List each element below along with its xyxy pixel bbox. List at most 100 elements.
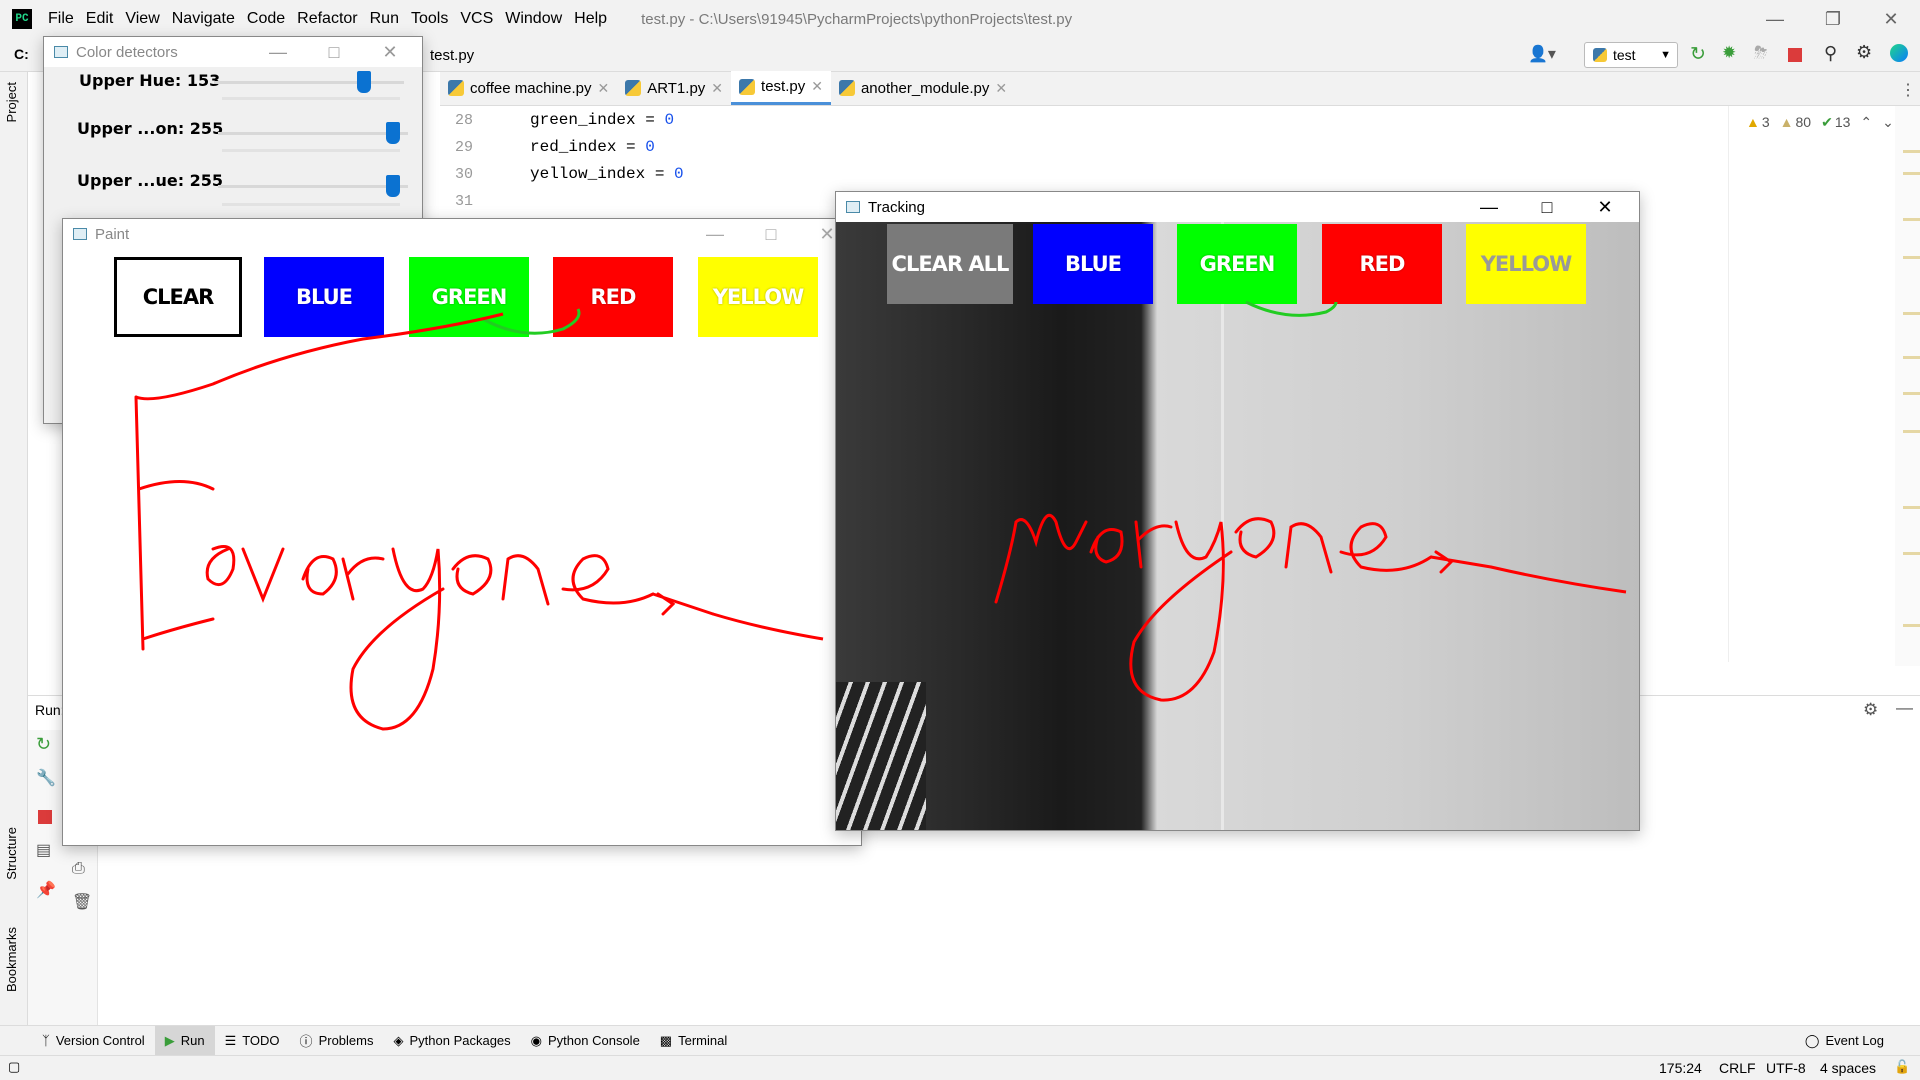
stripe-mark[interactable] — [1903, 552, 1920, 555]
event-log-button[interactable]: ◯ Event Log — [1795, 1026, 1894, 1056]
chevron-up-icon[interactable]: ⌃ — [1860, 114, 1872, 131]
minimize-button[interactable]: — — [687, 219, 743, 249]
slider-thumb[interactable] — [357, 71, 371, 93]
tab-version-control[interactable]: ᛉ Version Control — [32, 1026, 155, 1056]
layout-icon[interactable]: ▤ — [36, 840, 51, 860]
inspection-widget[interactable]: ▲ 3 ▲ 80 ✔ 13 ⌃ ⌄ — [1746, 114, 1894, 131]
identifier: red_index — [530, 138, 617, 156]
menu-vcs[interactable]: VCS — [454, 0, 499, 38]
ide-minimize-button[interactable]: — — [1746, 0, 1804, 38]
ide-restore-button[interactable]: ❐ — [1804, 0, 1862, 38]
minimize-button[interactable]: — — [250, 37, 306, 67]
stripe-mark[interactable] — [1903, 150, 1920, 153]
settings-gear-icon[interactable]: ⚙ — [1863, 700, 1878, 720]
close-tab-icon[interactable]: ✕ — [597, 80, 609, 97]
stripe-mark[interactable] — [1903, 256, 1920, 259]
slider-track[interactable] — [218, 132, 408, 135]
code-line[interactable]: yellow_index = 0 — [530, 165, 684, 183]
menu-help[interactable]: Help — [568, 0, 613, 38]
code-line[interactable]: green_index = 0 — [530, 111, 674, 129]
close-tab-icon[interactable]: ✕ — [711, 80, 723, 97]
line-separator[interactable]: CRLF — [1719, 1060, 1756, 1076]
tab-problems[interactable]: ⓘ Problems — [290, 1026, 384, 1056]
wrench-icon[interactable]: 🔧 — [36, 768, 56, 788]
tab-run[interactable]: ▶ Run — [154, 1025, 215, 1056]
more-tabs-icon[interactable]: ⋮ — [1900, 80, 1916, 100]
tab-python-console[interactable]: ◉ Python Console — [521, 1026, 650, 1056]
indent-setting[interactable]: 4 spaces — [1820, 1060, 1876, 1076]
menu-navigate[interactable]: Navigate — [166, 0, 241, 38]
editor-tabs: coffee machine.py ✕ ART1.py ✕ test.py ✕ ano… — [440, 71, 1920, 106]
paint-canvas[interactable]: CLEAR BLUE GREEN RED YELLOW — [63, 249, 861, 845]
project-tool-tab[interactable]: Project — [4, 82, 19, 122]
debug-icon[interactable]: ✹ — [1722, 43, 1736, 63]
maximize-button[interactable]: □ — [306, 37, 362, 67]
search-icon[interactable]: ⚲ — [1824, 43, 1837, 64]
stop-icon[interactable] — [1788, 48, 1802, 62]
maximize-button[interactable]: □ — [1519, 192, 1575, 222]
close-tab-icon[interactable]: ✕ — [995, 80, 1007, 97]
tab-coffee-machine[interactable]: coffee machine.py ✕ — [440, 71, 617, 105]
close-tab-icon[interactable]: ✕ — [811, 78, 823, 95]
tab-python-packages[interactable]: ◈ Python Packages — [383, 1026, 520, 1056]
stripe-mark[interactable] — [1903, 172, 1920, 175]
maximize-button[interactable]: □ — [743, 219, 799, 249]
menu-tools[interactable]: Tools — [405, 0, 454, 38]
rerun-icon[interactable]: ↻ — [1690, 43, 1706, 66]
stop-icon[interactable] — [38, 810, 52, 824]
tab-label: Problems — [318, 1033, 374, 1048]
pin-icon[interactable]: 📌 — [36, 880, 56, 900]
rerun-icon[interactable]: ↻ — [36, 734, 51, 755]
green-stroke — [482, 308, 581, 335]
file-encoding[interactable]: UTF-8 — [1766, 1060, 1806, 1076]
slider-track[interactable] — [214, 81, 404, 84]
coverage-icon[interactable]: ⛈ — [1754, 43, 1768, 63]
stripe-mark[interactable] — [1903, 312, 1920, 315]
tab-terminal[interactable]: ▩ Terminal — [650, 1026, 737, 1056]
tab-art1[interactable]: ART1.py ✕ — [617, 71, 731, 105]
stripe-mark[interactable] — [1903, 624, 1920, 627]
code-line[interactable]: red_index = 0 — [530, 138, 655, 156]
print-icon[interactable]: ⎙ — [72, 860, 85, 878]
menu-refactor[interactable]: Refactor — [291, 0, 363, 38]
user-icon[interactable]: 👤▾ — [1528, 44, 1556, 64]
menu-view[interactable]: View — [119, 0, 165, 38]
stripe-mark[interactable] — [1903, 218, 1920, 221]
bookmarks-tool-tab[interactable]: Bookmarks — [4, 927, 19, 992]
webcam-feed[interactable]: CLEAR ALL BLUE GREEN RED YELLOW — [836, 222, 1639, 830]
menu-run[interactable]: Run — [364, 0, 405, 38]
breadcrumb-file[interactable]: test.py — [430, 47, 474, 64]
settings-gear-icon[interactable]: ⚙ — [1856, 42, 1872, 63]
tab-todo[interactable]: ☰ TODO — [215, 1026, 290, 1056]
caret-position[interactable]: 175:24 — [1659, 1060, 1702, 1076]
menu-code[interactable]: Code — [241, 0, 291, 38]
slider-thumb[interactable] — [386, 122, 400, 144]
trash-icon[interactable]: 🗑 — [72, 892, 92, 912]
close-button[interactable]: ✕ — [362, 37, 418, 67]
tab-another-module[interactable]: another_module.py ✕ — [831, 71, 1015, 105]
stripe-mark[interactable] — [1903, 356, 1920, 359]
jetbrains-toolbox-icon[interactable] — [1890, 44, 1908, 62]
menu-file[interactable]: File — [42, 0, 80, 38]
toggle-panel-icon[interactable]: ▢ — [8, 1059, 20, 1075]
breadcrumb-root[interactable]: C: — [14, 46, 29, 62]
menu-window[interactable]: Window — [499, 0, 568, 38]
tab-test[interactable]: test.py ✕ — [731, 71, 831, 105]
ide-close-button[interactable]: ✕ — [1862, 0, 1920, 38]
chevron-down-icon[interactable]: ⌄ — [1882, 114, 1894, 131]
stripe-mark[interactable] — [1903, 506, 1920, 509]
hide-panel-icon[interactable]: — — [1896, 698, 1913, 718]
stripe-mark[interactable] — [1903, 430, 1920, 433]
lock-icon[interactable]: 🔓 — [1894, 1059, 1910, 1075]
minimize-button[interactable]: — — [1461, 192, 1517, 222]
stripe-mark[interactable] — [1903, 392, 1920, 395]
structure-tool-tab[interactable]: Structure — [4, 827, 19, 880]
menu-edit[interactable]: Edit — [80, 0, 120, 38]
slider-track[interactable] — [218, 185, 408, 188]
slider-label: Upper ...ue: 255 — [77, 171, 224, 190]
run-config-select[interactable]: test ▼ — [1584, 42, 1678, 68]
close-button[interactable]: ✕ — [1577, 192, 1633, 222]
slider-thumb[interactable] — [386, 175, 400, 197]
error-stripe[interactable] — [1895, 106, 1920, 666]
slider-scale — [222, 149, 400, 152]
